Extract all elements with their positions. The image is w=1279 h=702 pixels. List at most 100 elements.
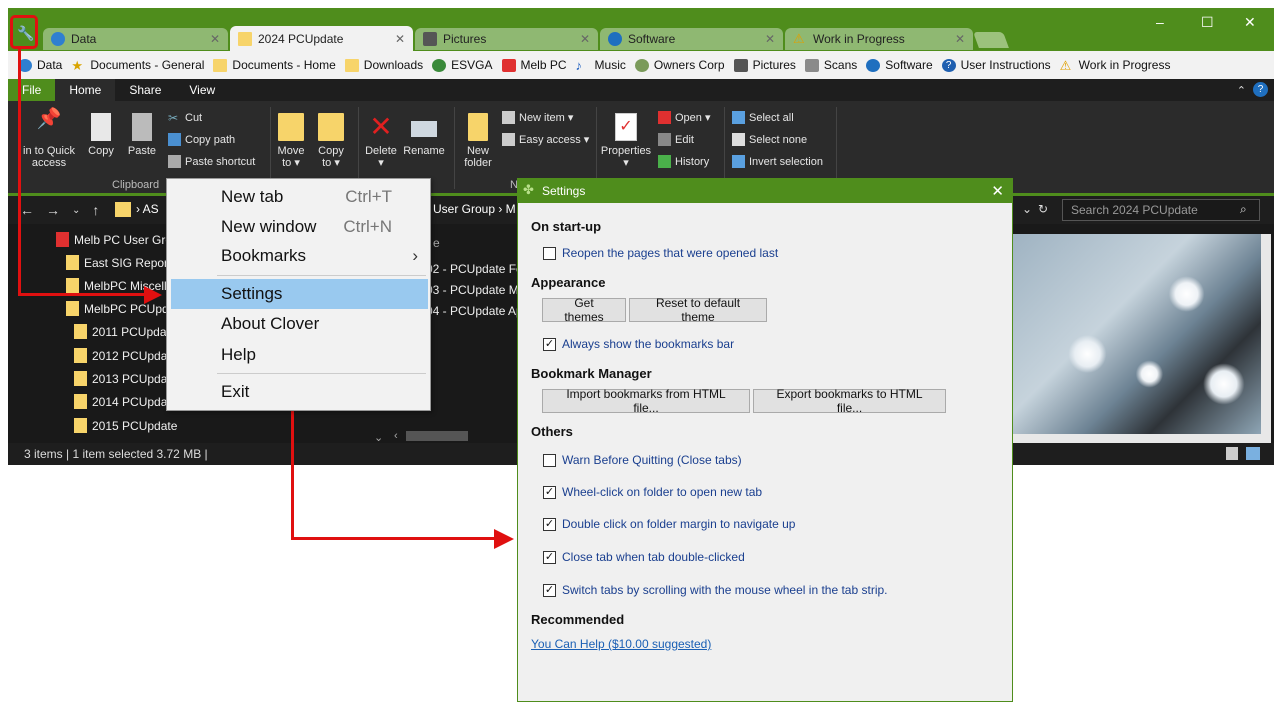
breadcrumb-mid[interactable]: User Group › M [433,202,516,216]
up-arrow-icon[interactable]: ↑ [92,202,99,218]
tree-item[interactable]: 2013 PCUpdat [74,371,171,386]
switch-tabs-checkbox[interactable]: ✓ Switch tabs by scrolling with the mouse… [543,583,888,597]
close-tab-icon[interactable]: ✕ [765,32,775,46]
checkbox-box[interactable]: ✓ [543,485,556,499]
bookmark-item[interactable]: Scans [804,58,857,72]
checkbox-box[interactable]: ✓ [543,583,556,597]
menu-item-exit[interactable]: Exit [171,377,428,407]
tree-item[interactable]: 2012 PCUpdat [74,348,171,363]
bookmark-item[interactable]: Pictures [733,58,796,72]
move-to-button[interactable]: Move to ▾ [276,113,306,169]
breadcrumb-left[interactable]: › AS [136,202,159,216]
tab-pictures[interactable]: Pictures ✕ [415,28,598,50]
rename-button[interactable]: Rename [402,113,446,157]
preview-horizontal-scrollbar[interactable] [1013,434,1271,443]
bookmark-item[interactable]: ★ Documents - General [71,58,204,72]
back-arrow-icon[interactable]: ← [20,202,34,218]
select-all-button[interactable]: Select all [732,111,794,124]
select-none-button[interactable]: Select none [732,133,807,146]
bookmark-item[interactable]: ESVGA [432,58,493,72]
copy-button[interactable]: Copy [86,113,116,157]
bookmark-item[interactable]: ♪ Music [576,58,626,72]
bookmark-item[interactable]: ? User Instructions [941,58,1051,72]
get-themes-button[interactable]: Get themes [542,296,626,324]
reset-theme-button[interactable]: Reset to default theme [629,296,767,324]
history-button[interactable]: History [658,155,709,168]
bookmark-item[interactable]: ⚠ Work in Progress [1060,58,1171,72]
menu-item-help[interactable]: Help [171,340,428,370]
copy-to-button[interactable]: Copy to ▾ [316,113,346,169]
file-row[interactable]: 03 - PCUpdate Ma [426,283,525,297]
cut-button[interactable]: ✂ Cut [168,111,202,125]
new-tab-button[interactable] [973,32,1009,48]
search-input[interactable]: Search 2024 PCUpdate [1062,199,1260,221]
ribbon-tab-share[interactable]: Share [115,79,175,101]
close-tab-icon[interactable]: ✕ [955,32,965,46]
bookmark-item[interactable]: Documents - Home [213,58,336,72]
tab-work-in-progress[interactable]: ⚠ Work in Progress ✕ [785,28,973,50]
warn-quit-checkbox[interactable]: Warn Before Quitting (Close tabs) [543,453,742,467]
menu-item-new-window[interactable]: New window Ctrl+N [171,212,428,242]
close-icon[interactable]: ✕ [991,182,1004,200]
open-button[interactable]: Open ▾ [658,111,711,124]
checkbox-box[interactable]: ✓ [543,337,556,351]
bookmark-item[interactable]: Melb PC [501,58,567,72]
ribbon-tab-view[interactable]: View [175,79,229,101]
menu-item-about[interactable]: About Clover [171,309,428,339]
tree-item[interactable]: Melb PC User Gro [56,232,172,247]
collapse-ribbon-icon[interactable]: ⌃ [1237,84,1246,97]
tree-item[interactable]: 2014 PCUpdat [74,394,171,409]
tree-item[interactable]: 2011 PCUpdat [74,324,170,339]
checkbox-box[interactable]: ✓ [543,517,556,531]
copy-path-button[interactable]: Copy path [168,133,235,146]
file-row[interactable]: 04 - PCUpdate Ap [426,304,523,318]
ribbon-tab-home[interactable]: Home [55,79,116,101]
paste-button[interactable]: Paste [126,113,158,157]
ribbon-tab-file[interactable]: File [8,79,56,101]
tree-item[interactable]: 2015 PCUpdate [74,418,177,433]
bookmark-item[interactable]: Data [18,58,62,72]
properties-button[interactable]: ✓ Properties ▾ [600,113,652,169]
donate-link[interactable]: You Can Help ($10.00 suggested) [531,637,711,651]
chevron-down-icon[interactable]: ⌄ [72,205,80,216]
bookmark-item[interactable]: Owners Corp [634,58,725,72]
horizontal-scrollbar[interactable] [406,431,468,441]
forward-arrow-icon[interactable]: → [46,202,60,218]
scroll-left-icon[interactable]: ‹ [394,430,398,442]
pin-quick-access-button[interactable]: 📌 in to Quick access [16,109,82,169]
details-view-icon[interactable] [1226,447,1238,460]
menu-item-settings[interactable]: Settings [171,279,428,309]
show-bookmarks-checkbox[interactable]: ✓ Always show the bookmarks bar [543,337,734,351]
close-tab-icon[interactable]: ✕ [395,32,405,46]
checkbox-box[interactable]: ✓ [543,550,556,564]
close-tab-icon[interactable]: ✕ [580,32,590,46]
new-folder-button[interactable]: New folder [460,113,496,169]
refresh-icon[interactable]: ↻ [1038,202,1048,216]
new-item-button[interactable]: New item ▾ [502,111,573,124]
reopen-checkbox[interactable]: Reopen the pages that were opened last [543,246,778,260]
close-tab-checkbox[interactable]: ✓ Close tab when tab double-clicked [543,550,745,564]
tab-2024-pcupdate[interactable]: 2024 PCUpdate ✕ [230,26,413,51]
export-bookmarks-button[interactable]: Export bookmarks to HTML file... [753,387,946,415]
edit-button[interactable]: Edit [658,133,694,146]
easy-access-button[interactable]: Easy access ▾ [502,133,589,146]
tab-data[interactable]: Data ✕ [43,28,228,50]
checkbox-box[interactable] [543,246,556,260]
file-row[interactable]: 02 - PCUpdate Fe [426,262,523,276]
tab-software[interactable]: Software ✕ [600,28,783,50]
menu-item-bookmarks[interactable]: Bookmarks › [171,241,428,271]
wheel-click-checkbox[interactable]: ✓ Wheel-click on folder to open new tab [543,485,762,499]
delete-button[interactable]: ✕ Delete ▾ [364,113,398,170]
menu-item-new-tab[interactable]: New tab Ctrl+T [171,182,428,212]
tree-item[interactable]: East SIG Reports [66,255,177,270]
import-bookmarks-button[interactable]: Import bookmarks from HTML file... [542,387,750,415]
vertical-scrollbar[interactable] [1261,234,1271,434]
close-button[interactable]: ✕ [1244,14,1256,31]
chevron-down-icon[interactable]: ⌄ [1022,202,1032,216]
bookmark-item[interactable]: Downloads [344,58,423,72]
invert-selection-button[interactable]: Invert selection [732,155,823,168]
checkbox-box[interactable] [543,453,556,467]
paste-shortcut-button[interactable]: Paste shortcut [168,155,255,168]
tiles-view-icon[interactable] [1246,447,1260,460]
help-icon[interactable]: ? [1253,82,1268,97]
